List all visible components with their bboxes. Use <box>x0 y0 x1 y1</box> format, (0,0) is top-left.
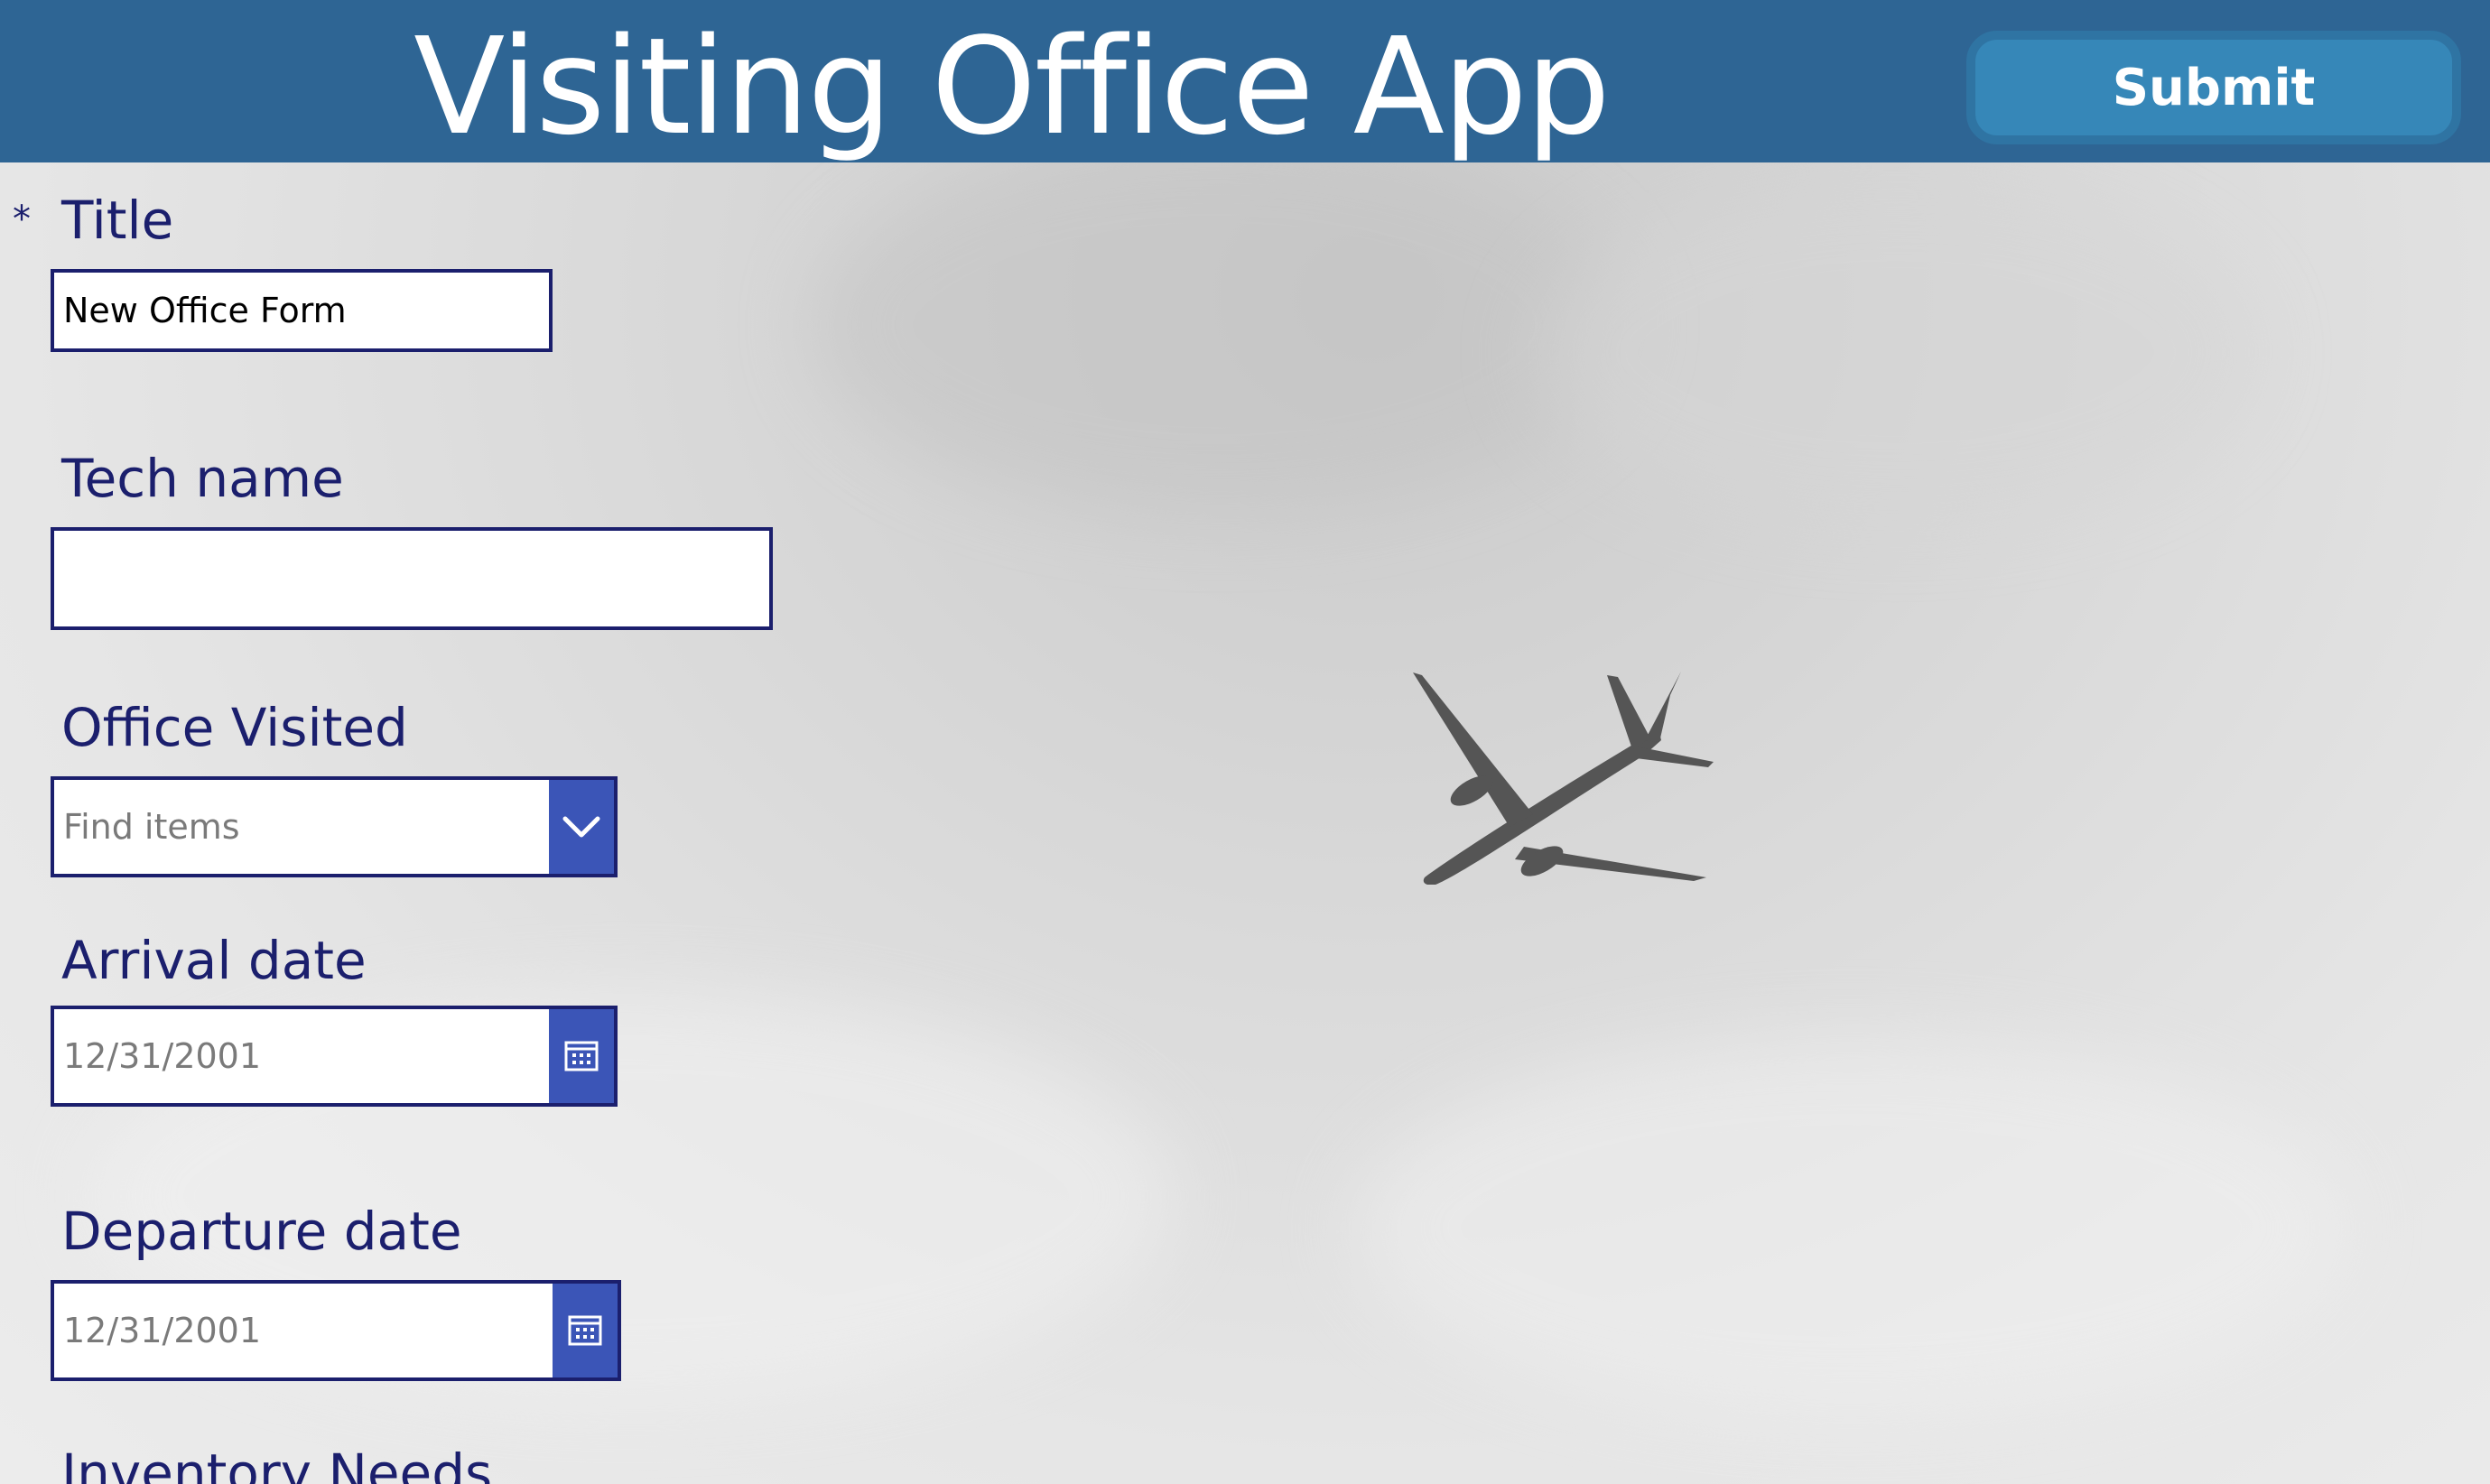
calendar-icon <box>568 1315 602 1346</box>
inventory-needs-label: Inventory Needs <box>61 1442 493 1484</box>
arrival-date-label: Arrival date <box>61 930 367 991</box>
tech-name-input[interactable] <box>51 527 773 630</box>
app-header: Visiting Office App Submit <box>0 0 2490 164</box>
title-input-value: New Office Form <box>63 291 347 330</box>
office-visited-placeholder: Find items <box>63 807 240 847</box>
departure-date-calendar-button[interactable] <box>553 1284 618 1377</box>
tech-name-label: Tech name <box>61 448 344 509</box>
background-cloud <box>1535 181 2257 524</box>
app-title: Visiting Office App <box>413 9 1611 164</box>
airplane-image <box>1413 672 1714 885</box>
departure-date-label: Departure date <box>61 1201 462 1262</box>
arrival-date-picker[interactable]: 12/31/2001 <box>51 1006 618 1107</box>
app-screen: Visiting Office App Submit * Title New O… <box>0 0 2490 1484</box>
submit-button[interactable]: Submit <box>1966 31 2461 144</box>
arrival-date-value: 12/31/2001 <box>63 1036 262 1076</box>
office-visited-dropdown-button[interactable] <box>549 780 614 874</box>
departure-date-picker[interactable]: 12/31/2001 <box>51 1280 621 1381</box>
departure-date-value: 12/31/2001 <box>63 1311 262 1350</box>
arrival-date-calendar-button[interactable] <box>549 1009 614 1103</box>
required-marker: * <box>13 199 31 240</box>
title-input[interactable]: New Office Form <box>51 269 553 352</box>
background-cloud <box>1354 1038 2347 1417</box>
office-visited-label: Office Visited <box>61 697 408 758</box>
chevron-down-icon <box>562 816 600 838</box>
office-visited-combobox[interactable]: Find items <box>51 776 618 877</box>
calendar-icon <box>564 1041 599 1071</box>
title-label: Title <box>61 190 174 251</box>
background-cloud <box>813 135 1625 515</box>
